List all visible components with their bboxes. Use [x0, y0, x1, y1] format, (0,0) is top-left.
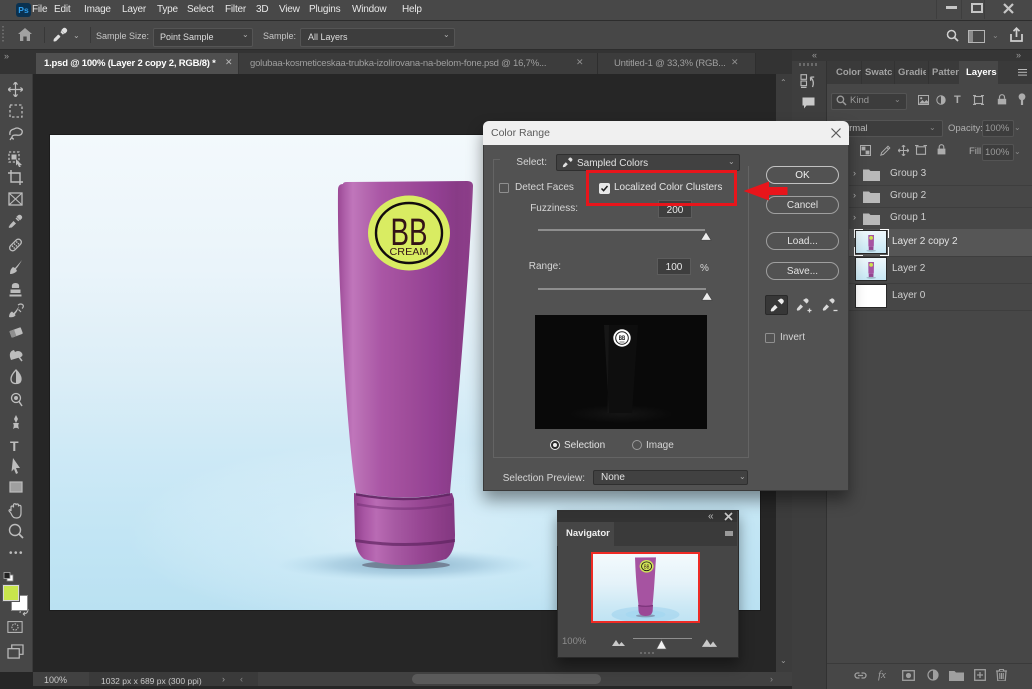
svg-text:CREAM: CREAM [390, 246, 429, 258]
svg-text:BB: BB [644, 564, 650, 570]
svg-text:BB: BB [619, 335, 626, 342]
